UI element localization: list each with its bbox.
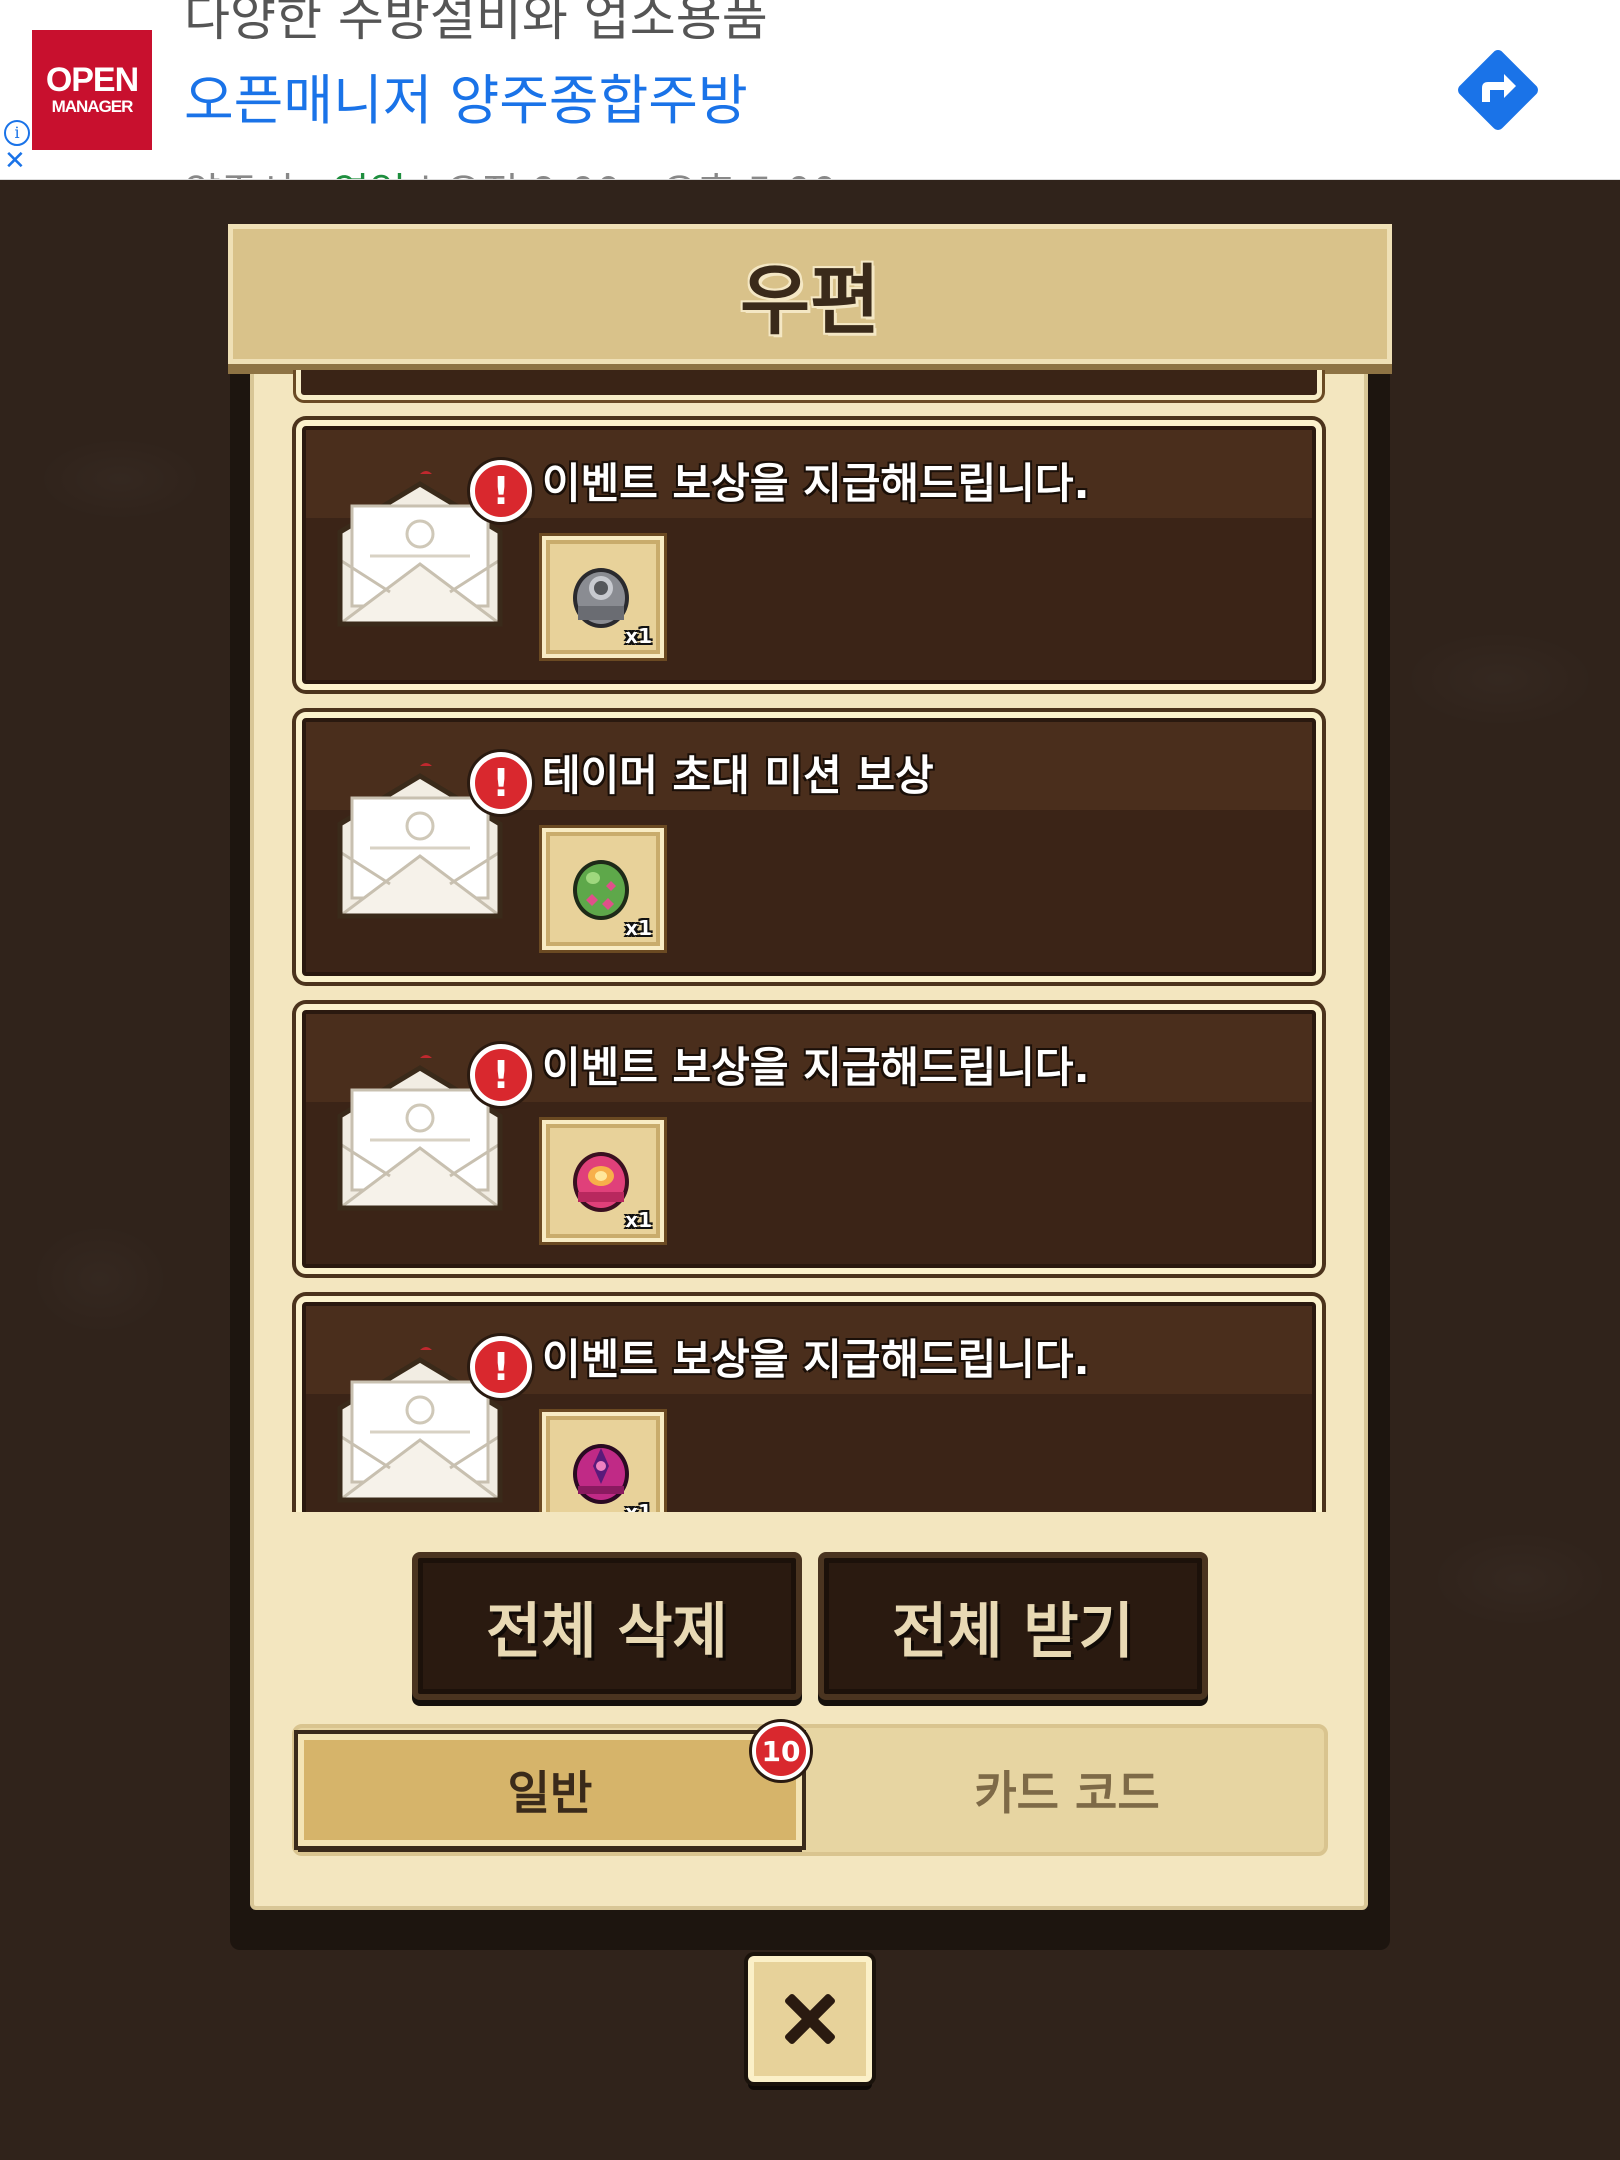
ad-logo-line2: MANAGER xyxy=(51,97,134,116)
item-quantity: x1 xyxy=(625,916,652,940)
ad-title[interactable]: 오픈매니저 양주종합주방 xyxy=(184,56,748,135)
unread-alert-icon: ! xyxy=(470,1336,532,1398)
dialog-title-bar: 우편 xyxy=(228,224,1392,364)
mail-title: 이벤트 보상을 지급해드립니다. xyxy=(542,1043,1090,1092)
mail-title: 이벤트 보상을 지급해드립니다. xyxy=(542,1335,1090,1384)
ad-logo[interactable]: OPEN MANAGER xyxy=(32,30,152,150)
item-quantity: x1 xyxy=(625,1500,652,1512)
magenta-egg-icon xyxy=(573,1444,629,1504)
close-x-icon xyxy=(785,1994,835,2044)
mail-list[interactable]: ! 이벤트 보상을 지급해드립니다. x1 ! 테이머 초대 미션 보상 x1 … xyxy=(292,370,1326,1512)
directions-icon[interactable] xyxy=(1452,44,1544,136)
mail-item-partial[interactable] xyxy=(296,370,1322,400)
reward-item-slot[interactable]: x1 xyxy=(542,828,664,950)
mail-item[interactable]: ! 이벤트 보상을 지급해드립니다. x1 xyxy=(296,1296,1322,1512)
unread-alert-icon: ! xyxy=(470,460,532,522)
close-dialog-button[interactable] xyxy=(748,1956,872,2082)
tab-general[interactable]: 일반 xyxy=(298,1734,802,1846)
reward-item-slot[interactable]: x1 xyxy=(542,1412,664,1512)
mail-item[interactable]: ! 이벤트 보상을 지급해드립니다. x1 xyxy=(296,1004,1322,1274)
tab-card-code[interactable]: 카드 코드 xyxy=(812,1734,1322,1846)
reward-item-slot[interactable]: x1 xyxy=(542,1120,664,1242)
tab-general-badge: 10 xyxy=(752,1722,810,1780)
green-egg-icon xyxy=(573,860,629,920)
dialog-title: 우편 xyxy=(740,256,880,345)
ad-top-text: 다양한 주방설비와 업소용품 xyxy=(184,0,768,47)
close-icon[interactable]: ✕ xyxy=(4,148,26,174)
item-quantity: x1 xyxy=(625,1208,652,1232)
gray-egg-icon xyxy=(573,568,629,628)
mail-title: 이벤트 보상을 지급해드립니다. xyxy=(542,459,1090,508)
unread-alert-icon: ! xyxy=(470,1044,532,1106)
unread-alert-icon: ! xyxy=(470,752,532,814)
ad-location: 양주시 · xyxy=(184,170,333,179)
item-quantity: x1 xyxy=(625,624,652,648)
ad-hours: | 오전 9:00 - 오후 5:00 xyxy=(406,170,837,179)
mail-item[interactable]: ! 테이머 초대 미션 보상 x1 xyxy=(296,712,1322,982)
reward-item-slot[interactable]: x1 xyxy=(542,536,664,658)
mail-item[interactable]: ! 이벤트 보상을 지급해드립니다. x1 xyxy=(296,420,1322,690)
delete-all-button[interactable]: 전체 삭제 xyxy=(412,1552,802,1700)
ad-bottom-text: 양주시 · 영업 | 오전 9:00 - 오후 5:00 xyxy=(184,160,837,179)
info-icon[interactable]: i xyxy=(4,120,30,146)
pink-egg-icon xyxy=(573,1152,629,1212)
ad-logo-line1: OPEN xyxy=(45,61,139,99)
mail-title: 테이머 초대 미션 보상 xyxy=(542,751,934,800)
receive-all-button[interactable]: 전체 받기 xyxy=(818,1552,1208,1700)
ad-open-status: 영업 xyxy=(333,170,407,179)
ad-banner[interactable]: 다양한 주방설비와 업소용품 OPEN MANAGER 오픈매니저 양주종합주방… xyxy=(0,0,1620,180)
